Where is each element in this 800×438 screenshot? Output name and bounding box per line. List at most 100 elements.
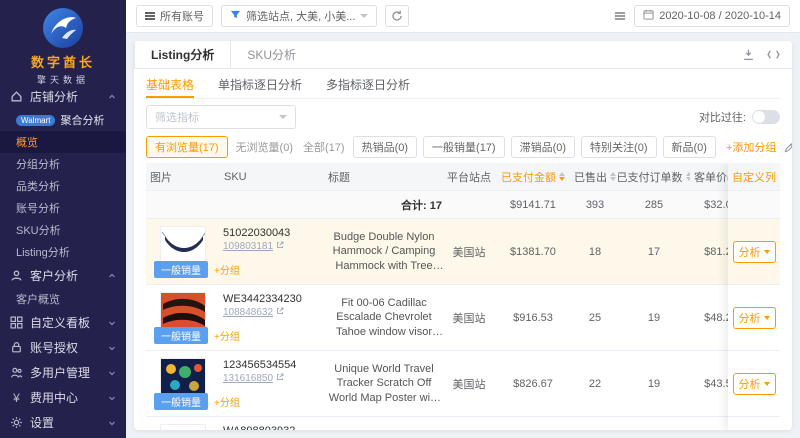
header-title: 标题: [328, 171, 350, 184]
chip-normal-sales[interactable]: 一般销量(17): [423, 136, 505, 158]
date-range-picker[interactable]: 2020-10-08 / 2020-10-14: [634, 5, 790, 27]
listing-title: Budge Double Nylon Hammock / Camping Ham…: [332, 231, 436, 272]
chevron-right-icon[interactable]: [767, 41, 780, 68]
gear-icon: [10, 416, 23, 429]
subtab-basic-table[interactable]: 基础表格: [146, 73, 195, 98]
brand-logo-icon: [42, 7, 84, 49]
content: Listing分析 SKU分析 基础表格 单指标逐日分析 多指标逐日分析 筛选指…: [126, 33, 800, 438]
sidebar-item-shop-analysis[interactable]: 店铺分析: [0, 84, 126, 109]
refresh-button[interactable]: [385, 5, 410, 27]
sku-code: WA898803932: [223, 425, 321, 430]
analyze-button[interactable]: 分析: [732, 240, 776, 263]
chevron-down-icon: [108, 419, 116, 427]
chevron-down-icon: [763, 315, 770, 320]
main-area: 所有账号 筛选站点, 大美, 小美... 2020-10-08 / 2020-1…: [126, 0, 800, 438]
listing-title: Unique World Travel Tracker Scratch Off …: [328, 363, 440, 404]
paid-amount-cell: $826.67: [513, 377, 553, 390]
menu-label: 自定义看板: [30, 316, 91, 330]
sidebar-item-custom-dashboard[interactable]: 自定义看板: [0, 310, 126, 335]
dashboard-icon: [10, 316, 23, 329]
add-to-group-button[interactable]: +分组: [214, 262, 240, 277]
compare-label: 对比过往:: [698, 112, 746, 124]
listing-id-link[interactable]: 109803181: [223, 241, 273, 252]
sidebar-item-overview[interactable]: 概览: [0, 131, 126, 153]
submenu-label: Listing分析: [16, 247, 70, 259]
sidebar-item-group-analysis[interactable]: 分组分析: [0, 153, 126, 175]
download-icon[interactable]: [742, 41, 755, 68]
users-icon: [10, 366, 23, 379]
tab-listing-analysis[interactable]: Listing分析: [134, 41, 232, 68]
product-image: [160, 424, 206, 430]
sidebar-item-account-authorization[interactable]: 账号授权: [0, 335, 126, 360]
add-to-group-button[interactable]: +分组: [214, 394, 240, 409]
edit-icon[interactable]: [784, 142, 792, 153]
chip-hot-sellers[interactable]: 热销品(0): [352, 136, 418, 158]
summary-paid-amount: $9141.71: [510, 198, 556, 211]
analyze-label: 分析: [738, 246, 761, 259]
chip-special-watch[interactable]: 特别关注(0): [581, 136, 657, 158]
sku-code: WE3442334230: [223, 293, 302, 305]
submenu-label: 账号分析: [16, 203, 60, 215]
orders-cell: 17: [647, 245, 661, 258]
chip-new-products[interactable]: 新品(0): [662, 136, 716, 158]
sidebar-item-multi-user-management[interactable]: 多用户管理: [0, 360, 126, 385]
table-row[interactable]: 123456534554 131616850 Unique World Trav…: [146, 351, 780, 417]
paid-amount-cell: $916.53: [513, 311, 553, 324]
sort-icons[interactable]: [610, 172, 616, 181]
sidebar-item-billing-center[interactable]: ¥ 费用中心: [0, 385, 126, 410]
header-paid-orders[interactable]: 已支付订单数: [618, 169, 690, 185]
chevron-down-icon: [108, 319, 116, 327]
sort-icons[interactable]: [559, 172, 565, 181]
sales-level-tag: 一般销量: [154, 393, 208, 410]
analyze-button[interactable]: 分析: [732, 306, 776, 329]
subtab-multi-metric-daily[interactable]: 多指标逐日分析: [326, 73, 410, 98]
date-range-value: 2020-10-08 / 2020-10-14: [659, 10, 781, 22]
chip-has-views[interactable]: 有浏览量(17): [146, 136, 228, 158]
header-paid-amount[interactable]: 已支付金额: [494, 169, 572, 185]
listing-id-link[interactable]: 131616850: [223, 373, 273, 384]
sidebar-item-listing-analysis[interactable]: Listing分析: [0, 241, 126, 263]
analyze-label: 分析: [738, 312, 761, 325]
header-sku: SKU: [224, 170, 247, 183]
sidebar-item-settings[interactable]: 设置: [0, 410, 126, 435]
chip-slow-sellers[interactable]: 滞销品(0): [510, 136, 576, 158]
listing-id-link[interactable]: 108848632: [223, 307, 273, 318]
sidebar-item-customer-overview[interactable]: 客户概览: [0, 288, 126, 310]
table-row[interactable]: 51022030043 109803181 Budge Double Nylon…: [146, 219, 780, 285]
sidebar-item-aggregate-analysis[interactable]: Walmart 聚合分析: [0, 109, 126, 131]
brand: 数字酋长 擎天数据: [0, 0, 126, 85]
analyze-button[interactable]: 分析: [732, 372, 776, 395]
account-selector[interactable]: 所有账号: [136, 5, 213, 27]
summary-sold: 393: [585, 198, 605, 211]
header-sold[interactable]: 已售出: [572, 169, 618, 185]
table-row[interactable]: WE3442334230 108848632 Fit 00-06 Cadilla…: [146, 285, 780, 351]
table-row[interactable]: WA898803932 106166992 Vent Window Visor …: [146, 417, 780, 430]
compare-toggle[interactable]: [752, 110, 780, 124]
chevron-up-icon: [108, 93, 116, 101]
list-icon[interactable]: [614, 10, 626, 22]
chip-all[interactable]: 全部(17): [301, 137, 347, 157]
sidebar-item-customer-analysis[interactable]: 客户分析: [0, 263, 126, 288]
site-filter[interactable]: 筛选站点, 大美, 小美...: [221, 5, 378, 27]
chips-row: 有浏览量(17) 无浏览量(0) 全部(17) 热销品(0) 一般销量(17) …: [146, 135, 792, 159]
menu-label: 客户分析: [30, 269, 79, 283]
sidebar-item-sku-analysis[interactable]: SKU分析: [0, 219, 126, 241]
custom-column-header[interactable]: 自定义列: [728, 163, 780, 191]
add-group-button[interactable]: +添加分组: [726, 139, 776, 155]
add-to-group-button[interactable]: +分组: [214, 328, 240, 343]
submenu-label: 聚合分析: [60, 115, 105, 127]
sidebar-item-account-analysis[interactable]: 账号分析: [0, 197, 126, 219]
site-filter-label: 筛选站点, 大美, 小美...: [246, 11, 356, 23]
tab-sku-analysis[interactable]: SKU分析: [231, 41, 312, 68]
subtab-single-metric-daily[interactable]: 单指标逐日分析: [218, 73, 302, 98]
chip-no-views[interactable]: 无浏览量(0): [234, 137, 295, 157]
header-image: 图片: [150, 171, 172, 184]
sidebar-item-category-analysis[interactable]: 品类分析: [0, 175, 126, 197]
chevron-down-icon: [108, 369, 116, 377]
header-paid-label: 已支付金额: [501, 171, 556, 184]
topbar: 所有账号 筛选站点, 大美, 小美... 2020-10-08 / 2020-1…: [126, 0, 800, 33]
metric-filter-select[interactable]: 筛选指标: [146, 105, 296, 129]
site-cell: 美国站: [452, 246, 486, 259]
header-sold-label: 已售出: [574, 171, 607, 184]
card-body: 基础表格 单指标逐日分析 多指标逐日分析 筛选指标 对比过往: 有浏览量(17)…: [134, 69, 792, 430]
